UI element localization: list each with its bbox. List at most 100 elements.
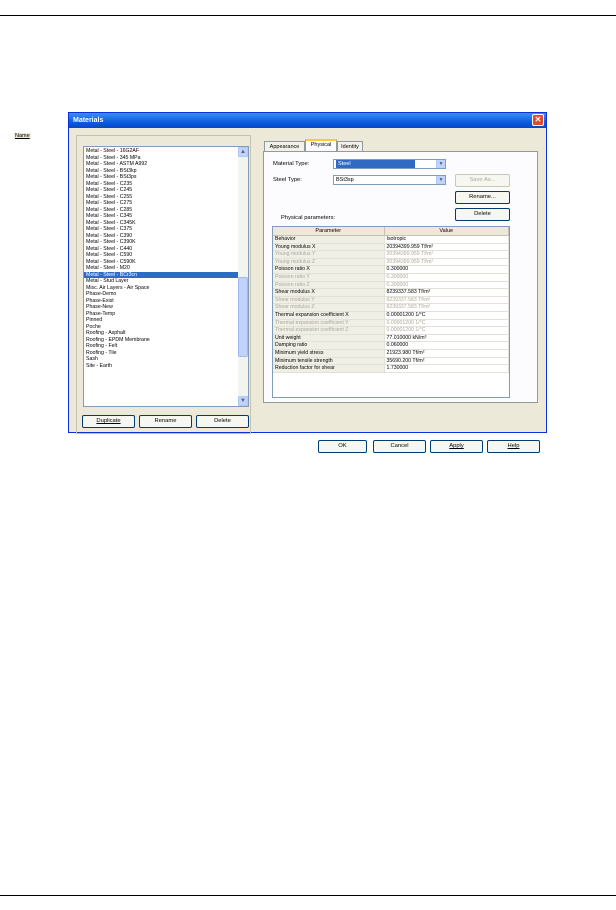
parameter-name-cell: Thermal expansion coefficient Y xyxy=(273,319,385,328)
parameter-name-cell: Reduction factor for shear xyxy=(273,364,385,373)
physical-parameters-label: Physical parameters: xyxy=(281,215,336,221)
parameter-value-cell[interactable]: 8239337.583 Tf/m² xyxy=(384,303,509,312)
table-row[interactable]: Thermal expansion coefficient Z 0.0000120… xyxy=(273,326,509,335)
table-row[interactable]: Shear modulus X 8239337.583 Tf/m² xyxy=(273,288,509,297)
table-row[interactable]: Shear modulus Y 8239337.583 Tf/m² xyxy=(273,296,509,305)
tab-identity-label: Identity xyxy=(341,144,359,150)
parameter-value-cell[interactable]: 0.300000 xyxy=(384,273,509,282)
parameter-name-cell: Damping ratio xyxy=(273,341,385,350)
save-as-button[interactable]: Save As... xyxy=(455,174,510,187)
parameter-name-cell: Poisson ratio Y xyxy=(273,273,385,282)
table-row[interactable]: Poisson ratio Z 0.300000 xyxy=(273,281,509,290)
scroll-thumb[interactable] xyxy=(238,277,248,357)
parameter-name-cell: Poisson ratio Z xyxy=(273,281,385,290)
parameters-body: Behavior Isotropic Young modulus X 20394399… xyxy=(273,235,509,373)
parameter-value-cell[interactable]: 20394399.959 Tf/m² xyxy=(384,258,509,267)
parameter-name-cell: Shear modulus Z xyxy=(273,303,385,312)
parameter-value-cell[interactable]: 1.730000 xyxy=(384,364,509,373)
list-item[interactable]: Site - Earth xyxy=(84,363,238,370)
cancel-button[interactable]: Cancel xyxy=(373,440,426,453)
parameter-name-cell: Thermal expansion coefficient Z xyxy=(273,326,385,335)
parameter-name-cell: Behavior xyxy=(273,235,385,244)
close-icon[interactable]: ✕ xyxy=(532,114,544,126)
table-row[interactable]: Damping ratio 0.060000 xyxy=(273,341,509,350)
ok-label: OK xyxy=(338,443,347,449)
ok-button[interactable]: OK xyxy=(318,440,367,453)
parameters-table: Parameter Value Behavior Isotropic Young m… xyxy=(273,227,509,373)
material-type-select[interactable]: Steel ▼ xyxy=(333,159,446,169)
list-scrollbar[interactable]: ▲ ▼ xyxy=(238,147,248,406)
rename-type-label: Rename... xyxy=(469,194,496,200)
parameter-value-cell[interactable]: 0.00001200 1/°C xyxy=(384,319,509,328)
tab-appearance[interactable]: Appearance xyxy=(264,141,305,151)
parameter-name-cell: Shear modulus X xyxy=(273,288,385,297)
table-row[interactable]: Minimum yield stress 21923.980 Tf/m² xyxy=(273,349,509,358)
rename-material-button[interactable]: Rename xyxy=(139,415,192,428)
table-row[interactable]: Poisson ratio X 0.300000 xyxy=(273,265,509,274)
help-button[interactable]: Help xyxy=(487,440,540,453)
parameter-name-cell: Young modulus Y xyxy=(273,250,385,259)
parameter-value-cell[interactable]: 8239337.583 Tf/m² xyxy=(384,296,509,305)
help-label: Help xyxy=(507,443,520,449)
table-row[interactable]: Poisson ratio Y 0.300000 xyxy=(273,273,509,282)
apply-button[interactable]: Apply xyxy=(430,440,483,453)
tab-identity[interactable]: Identity xyxy=(337,141,363,151)
steel-type-select[interactable]: BSt3sp ▼ xyxy=(333,175,446,185)
rename-label: Rename xyxy=(154,418,177,424)
rename-type-button[interactable]: Rename... xyxy=(455,191,510,204)
parameter-value-cell[interactable]: 0.00001200 1/°C xyxy=(384,311,509,320)
page-bottom-rule xyxy=(0,895,616,896)
dialog-titlebar[interactable]: Materials ✕ xyxy=(69,113,546,128)
duplicate-button[interactable]: Duplicate xyxy=(82,415,135,428)
column-header-value: Value xyxy=(384,227,509,236)
parameter-value-cell[interactable]: 20394399.959 Tf/m² xyxy=(384,250,509,259)
delete-material-button[interactable]: Delete xyxy=(196,415,249,428)
table-row[interactable]: Young modulus Y 20394399.959 Tf/m² xyxy=(273,250,509,259)
page-top-rule xyxy=(0,15,616,16)
table-row[interactable]: Young modulus X 20394399.959 Tf/m² xyxy=(273,243,509,252)
chevron-down-icon[interactable]: ▼ xyxy=(436,160,445,168)
material-type-value: Steel xyxy=(336,160,415,168)
parameter-value-cell[interactable]: 0.060000 xyxy=(384,341,509,350)
table-row[interactable]: Minimum tensile strength 35690.200 Tf/m² xyxy=(273,357,509,366)
duplicate-label: Duplicate xyxy=(96,418,121,424)
parameter-name-cell: Shear modulus Y xyxy=(273,296,385,305)
cancel-label: Cancel xyxy=(390,443,409,449)
scroll-down-icon[interactable]: ▼ xyxy=(238,396,248,406)
parameter-value-cell[interactable]: 0.300000 xyxy=(384,265,509,274)
parameter-name-cell: Thermal expansion coefficient X xyxy=(273,311,385,320)
apply-label: Apply xyxy=(449,443,464,449)
parameter-value-cell[interactable]: 0.00001200 1/°C xyxy=(384,326,509,335)
table-row[interactable]: Thermal expansion coefficient Y 0.0000120… xyxy=(273,319,509,328)
parameter-value-cell[interactable]: 77.010000 kN/m³ xyxy=(384,334,509,343)
tab-physical-label: Physical xyxy=(310,142,332,148)
parameter-value-cell[interactable]: 35690.200 Tf/m² xyxy=(384,357,509,366)
name-group-label: Name xyxy=(14,133,31,139)
parameter-value-cell[interactable]: 8239337.583 Tf/m² xyxy=(384,288,509,297)
dialog-title: Materials xyxy=(73,117,104,124)
table-row[interactable]: Unit weight 77.010000 kN/m³ xyxy=(273,334,509,343)
parameter-value-cell[interactable]: 0.300000 xyxy=(384,281,509,290)
table-row[interactable]: Shear modulus Z 8239337.583 Tf/m² xyxy=(273,303,509,312)
table-row[interactable]: Young modulus Z 20394399.959 Tf/m² xyxy=(273,258,509,267)
tab-appearance-label: Appearance xyxy=(269,144,300,150)
table-row[interactable]: Reduction factor for shear 1.730000 xyxy=(273,364,509,373)
table-row[interactable]: Thermal expansion coefficient X 0.0000120… xyxy=(273,311,509,320)
materials-listbox[interactable]: Metal - Steel - 16G2AF Metal - Steel - 34… xyxy=(83,146,249,407)
parameter-value-cell[interactable]: 21923.980 Tf/m² xyxy=(384,349,509,358)
steel-type-label: Steel Type: xyxy=(273,177,302,183)
tab-physical[interactable]: Physical xyxy=(305,139,337,151)
delete-type-label: Delete xyxy=(474,211,491,217)
table-row[interactable]: Behavior Isotropic xyxy=(273,235,509,244)
parameters-grid[interactable]: Parameter Value Behavior Isotropic Young m… xyxy=(272,226,510,398)
parameter-value-cell[interactable]: Isotropic xyxy=(384,235,509,244)
chevron-down-icon[interactable]: ▼ xyxy=(436,176,445,184)
column-header-parameter: Parameter xyxy=(273,227,385,236)
parameter-name-cell: Minimum yield stress xyxy=(273,349,385,358)
parameter-name-cell: Poisson ratio X xyxy=(273,265,385,274)
parameter-value-cell[interactable]: 20394399.959 Tf/m² xyxy=(384,243,509,252)
scroll-up-icon[interactable]: ▲ xyxy=(238,147,248,157)
parameter-name-cell: Minimum tensile strength xyxy=(273,357,385,366)
save-as-label: Save As... xyxy=(469,177,496,183)
delete-type-button[interactable]: Delete xyxy=(455,208,510,221)
